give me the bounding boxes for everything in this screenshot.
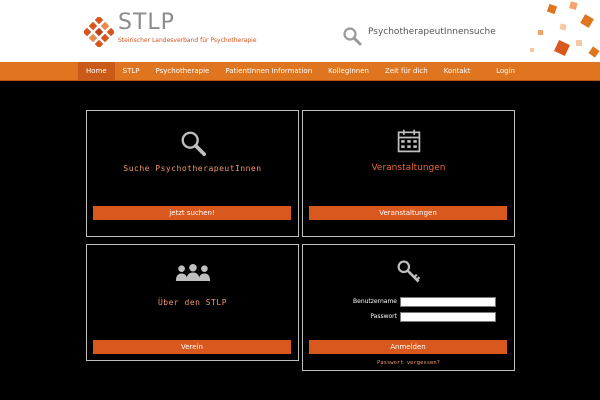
- login-link[interactable]: Login: [496, 62, 515, 80]
- password-field[interactable]: [400, 312, 496, 322]
- events-panel-title: Veranstaltungen: [371, 163, 446, 173]
- key-icon: [397, 260, 420, 283]
- about-panel-title: Über den STLP: [157, 298, 228, 307]
- search-panel-title: Suche PsychotherapeutInnen: [123, 164, 262, 173]
- calendar-icon: [397, 129, 420, 153]
- magnifier-icon: [181, 131, 206, 157]
- search-icon[interactable]: [342, 26, 362, 46]
- site-header: STLP Steirischer Landesverband für Psych…: [0, 0, 600, 62]
- association-button[interactable]: Verein: [93, 340, 291, 354]
- username-row: Benutzername: [303, 297, 514, 307]
- therapist-search-link[interactable]: PsychotherapeutInnensuche: [368, 27, 496, 37]
- logo-mark-icon[interactable]: [84, 17, 114, 47]
- username-field[interactable]: [400, 297, 496, 307]
- nav-item-home[interactable]: Home: [78, 62, 115, 80]
- username-label: Benutzername: [353, 298, 397, 305]
- logo-subtitle: Steirischer Landesverband für Psychother…: [118, 37, 257, 44]
- main-navigation: Home STLP Psychotherapie PatientInnen In…: [0, 62, 600, 81]
- events-button[interactable]: Veranstaltungen: [309, 206, 507, 220]
- nav-list: Home STLP Psychotherapie PatientInnen In…: [78, 62, 479, 80]
- events-panel: Veranstaltungen Veranstaltungen: [302, 110, 515, 237]
- password-label: Passwort: [370, 313, 397, 320]
- password-row: Passwort: [303, 312, 514, 322]
- nav-item-psychotherapie[interactable]: Psychotherapie: [148, 62, 218, 80]
- forgot-password-link[interactable]: Passwort vergessen?: [303, 360, 514, 366]
- logo-title[interactable]: STLP: [118, 10, 175, 35]
- decorative-squares-icon: [530, 1, 600, 58]
- search-now-button[interactable]: jetzt suchen!: [93, 206, 291, 220]
- nav-item-stlp[interactable]: STLP: [115, 62, 148, 80]
- about-panel: Über den STLP Verein: [86, 244, 299, 361]
- group-icon: [175, 263, 210, 282]
- login-panel: Benutzername Passwort Anmelden Passwort …: [302, 244, 515, 371]
- nav-item-contact[interactable]: Kontakt: [436, 62, 479, 80]
- nav-item-patient-info[interactable]: PatientInnen Information: [217, 62, 320, 80]
- nav-item-colleagues[interactable]: KollegInnen: [320, 62, 377, 80]
- search-panel: Suche PsychotherapeutInnen jetzt suchen!: [86, 110, 299, 237]
- login-button[interactable]: Anmelden: [309, 340, 507, 354]
- nav-item-time-for-you[interactable]: Zeit für dich: [377, 62, 436, 80]
